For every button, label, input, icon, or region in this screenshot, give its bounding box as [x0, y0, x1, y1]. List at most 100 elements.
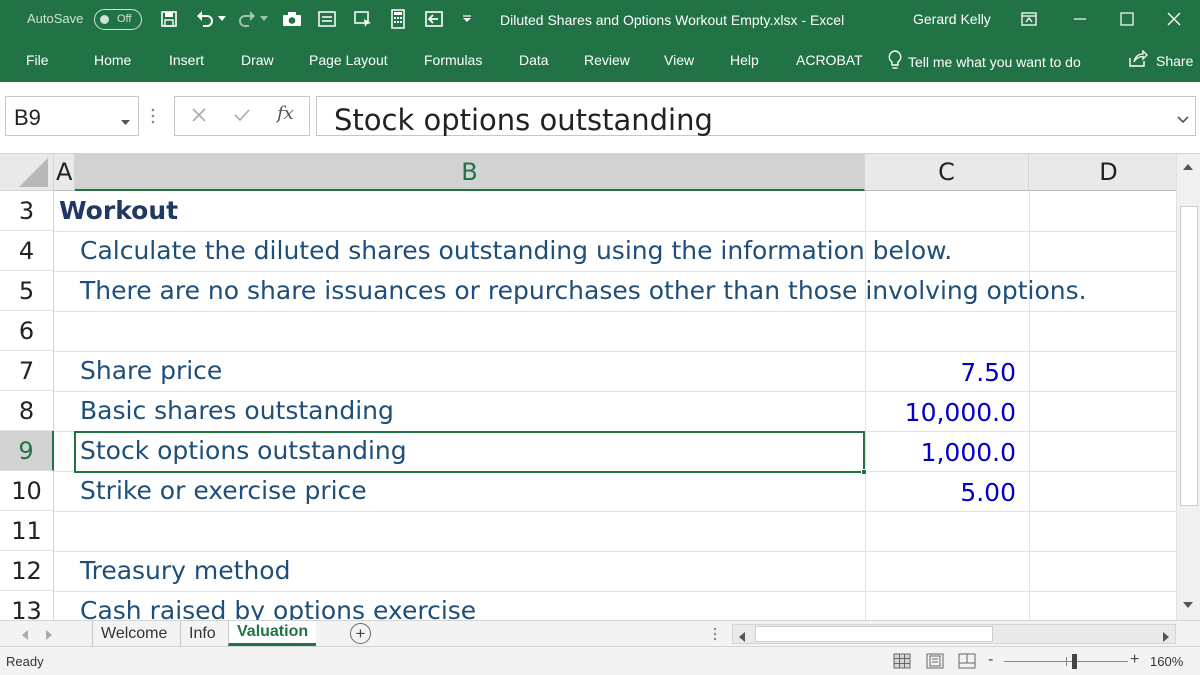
- column-header-d[interactable]: D: [1029, 154, 1176, 191]
- undo-icon[interactable]: [194, 8, 216, 30]
- page-break-view-icon[interactable]: [958, 653, 976, 669]
- calculator-icon[interactable]: [387, 8, 409, 30]
- cell-c7[interactable]: 7.50: [870, 358, 1016, 387]
- customize-dropdown-icon[interactable]: [460, 8, 474, 30]
- row-header[interactable]: 8: [0, 391, 54, 431]
- row-header[interactable]: 7: [0, 351, 54, 391]
- column-header-c[interactable]: C: [865, 154, 1029, 191]
- split-handle-icon[interactable]: [713, 626, 717, 645]
- scroll-down-icon[interactable]: [1183, 596, 1193, 614]
- sheet-tab-info[interactable]: Info: [180, 621, 224, 646]
- redo-dropdown-icon[interactable]: [258, 8, 270, 30]
- minimize-icon[interactable]: [1067, 6, 1093, 32]
- zoom-level[interactable]: 160%: [1150, 654, 1183, 669]
- cell-b10[interactable]: Strike or exercise price: [80, 476, 367, 505]
- cell-b8[interactable]: Basic shares outstanding: [80, 396, 394, 425]
- scroll-right-icon[interactable]: [1163, 629, 1169, 647]
- tab-data[interactable]: Data: [519, 52, 549, 68]
- tell-me-search[interactable]: Tell me what you want to do: [888, 50, 1081, 73]
- gridline: [54, 391, 1176, 392]
- chevron-down-icon[interactable]: [121, 113, 130, 131]
- sheet-tab-welcome[interactable]: Welcome: [92, 621, 175, 646]
- cancel-icon[interactable]: [191, 107, 207, 128]
- tab-formulas[interactable]: Formulas: [424, 52, 482, 68]
- insert-function-button[interactable]: fx: [277, 103, 294, 124]
- share-icon: [1128, 49, 1148, 71]
- tab-page-layout[interactable]: Page Layout: [309, 52, 388, 68]
- cell-c9[interactable]: 1,000.0: [870, 438, 1016, 467]
- lightbulb-icon: [888, 50, 902, 73]
- row-header[interactable]: 11: [0, 511, 54, 551]
- cell-c10[interactable]: 5.00: [870, 478, 1016, 507]
- chevron-right-icon[interactable]: [46, 627, 52, 645]
- zoom-slider-thumb[interactable]: [1072, 654, 1077, 669]
- zoom-out-button[interactable]: -: [988, 651, 993, 669]
- autosave-toggle[interactable]: Off: [94, 9, 142, 30]
- enter-icon[interactable]: [233, 107, 251, 128]
- row-header[interactable]: 5: [0, 271, 54, 311]
- tab-view[interactable]: View: [664, 52, 694, 68]
- camera-icon[interactable]: [281, 8, 303, 30]
- scroll-up-icon[interactable]: [1183, 158, 1193, 176]
- page-layout-view-icon[interactable]: [926, 653, 944, 669]
- zoom-in-button[interactable]: +: [1130, 651, 1139, 669]
- row-header[interactable]: 12: [0, 551, 54, 591]
- row-header[interactable]: 6: [0, 311, 54, 351]
- gridline: [54, 591, 1176, 592]
- tab-review[interactable]: Review: [584, 52, 630, 68]
- cell-b5[interactable]: There are no share issuances or repurcha…: [80, 276, 1087, 305]
- vertical-scroll-thumb[interactable]: [1180, 206, 1198, 506]
- row-header-selected[interactable]: 9: [0, 431, 54, 471]
- column-header-a[interactable]: A: [54, 154, 75, 191]
- cell-b12[interactable]: Treasury method: [80, 556, 290, 585]
- user-name[interactable]: Gerard Kelly: [913, 11, 991, 27]
- tab-home[interactable]: Home: [94, 52, 131, 68]
- undo-dropdown-icon[interactable]: [216, 8, 228, 30]
- fill-handle[interactable]: [861, 469, 867, 475]
- active-cell-b9[interactable]: [74, 431, 867, 475]
- tab-file[interactable]: File: [26, 52, 49, 68]
- tell-me-text: Tell me what you want to do: [908, 53, 1081, 70]
- name-box[interactable]: B9: [5, 96, 139, 136]
- tab-draw[interactable]: Draw: [241, 52, 274, 68]
- worksheet-grid[interactable]: A B C D 3 4 5 6 7 8 9 10 11 12 13 Workou…: [0, 154, 1176, 620]
- horizontal-scrollbar[interactable]: [732, 624, 1176, 644]
- cell-c8[interactable]: 10,000.0: [870, 398, 1016, 427]
- form-icon[interactable]: [316, 8, 338, 30]
- row-header[interactable]: 10: [0, 471, 54, 511]
- vertical-scrollbar[interactable]: [1176, 154, 1200, 620]
- cell-b7[interactable]: Share price: [80, 356, 222, 385]
- cell-b13[interactable]: Cash raised by options exercise: [80, 596, 476, 620]
- shape-icon[interactable]: [352, 8, 374, 30]
- ribbon-display-icon[interactable]: [1016, 6, 1042, 32]
- redo-icon[interactable]: [236, 8, 258, 30]
- formula-input[interactable]: Stock options outstanding: [316, 96, 1196, 137]
- cell-a3[interactable]: Workout: [59, 196, 178, 225]
- tab-insert[interactable]: Insert: [169, 52, 204, 68]
- share-button[interactable]: Share: [1128, 49, 1193, 71]
- gridline: [54, 271, 1176, 272]
- close-icon[interactable]: [1161, 6, 1187, 32]
- tab-help[interactable]: Help: [730, 52, 759, 68]
- row-header[interactable]: 13: [0, 591, 54, 620]
- scroll-left-icon[interactable]: [739, 629, 745, 647]
- import-icon[interactable]: [423, 8, 445, 30]
- chevron-down-icon[interactable]: [1177, 111, 1189, 129]
- column-header-b[interactable]: B: [75, 154, 865, 191]
- sheet-tab-valuation[interactable]: Valuation: [228, 621, 317, 646]
- tab-acrobat[interactable]: ACROBAT: [796, 52, 863, 68]
- toggle-knob: [100, 15, 109, 24]
- excel-window: AutoSave Off Diluted Shares and Options …: [0, 0, 1200, 675]
- chevron-left-icon[interactable]: [22, 627, 28, 645]
- title-bar: AutoSave Off Diluted Shares and Options …: [0, 0, 1200, 40]
- save-icon[interactable]: [158, 8, 180, 30]
- row-header[interactable]: 3: [0, 191, 54, 231]
- cell-b4[interactable]: Calculate the diluted shares outstanding…: [80, 236, 952, 265]
- row-header[interactable]: 4: [0, 231, 54, 271]
- horizontal-scroll-thumb[interactable]: [755, 626, 993, 642]
- add-sheet-button[interactable]: +: [350, 623, 371, 644]
- drag-handle-icon[interactable]: [150, 106, 160, 128]
- select-all-button[interactable]: [0, 154, 54, 191]
- maximize-icon[interactable]: [1114, 6, 1140, 32]
- normal-view-icon[interactable]: [893, 653, 911, 669]
